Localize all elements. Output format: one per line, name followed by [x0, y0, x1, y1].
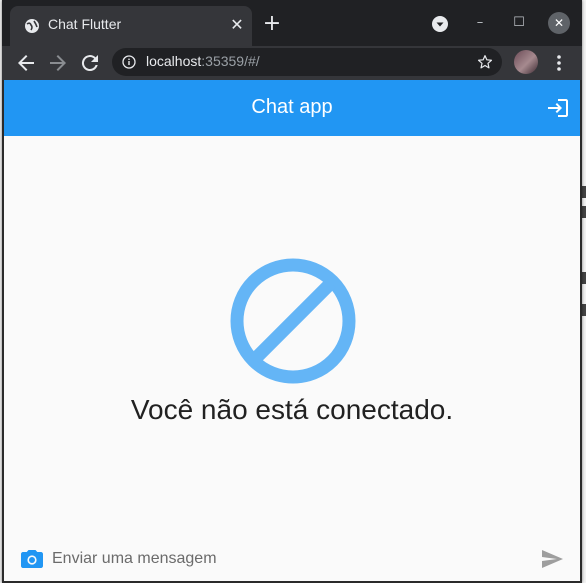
login-icon[interactable]	[546, 96, 570, 120]
url-host: localhost	[146, 53, 202, 69]
url-text: localhost:35359/#/	[146, 53, 260, 69]
browser-tab[interactable]: Chat Flutter ✕	[10, 6, 252, 46]
tab-close-icon[interactable]: ✕	[228, 16, 246, 34]
status-message: Você não está conectado.	[130, 394, 454, 425]
back-icon[interactable]	[14, 51, 38, 75]
desktop-text-fragment	[582, 272, 586, 284]
app-bar: Chat app	[4, 80, 580, 136]
app-title: Chat app	[251, 96, 333, 118]
new-tab-button[interactable]: +	[262, 13, 282, 35]
tab-search-icon[interactable]	[432, 16, 448, 32]
info-icon[interactable]	[122, 55, 136, 69]
tab-strip: Chat Flutter ✕ + – ☐ ✕	[2, 0, 582, 46]
flutter-app: Chat app Você não está conectado.	[4, 80, 580, 581]
minimize-button[interactable]: –	[469, 12, 491, 34]
message-composer	[4, 536, 580, 581]
send-icon[interactable]	[540, 548, 564, 570]
browser-toolbar: localhost:35359/#/	[2, 46, 582, 80]
url-path: :35359/#/	[201, 53, 260, 69]
address-bar[interactable]: localhost:35359/#/	[112, 48, 502, 76]
star-icon[interactable]	[476, 53, 494, 71]
window-close-button[interactable]: ✕	[548, 12, 570, 34]
block-icon	[230, 258, 356, 384]
globe-icon	[25, 19, 39, 33]
menu-icon[interactable]	[550, 52, 568, 74]
profile-avatar[interactable]	[514, 50, 538, 74]
desktop-text-fragment	[582, 304, 586, 316]
desktop-text-fragment	[582, 206, 586, 218]
browser-window: Chat Flutter ✕ + – ☐ ✕ localhost:35359/#…	[2, 0, 582, 583]
tab-title: Chat Flutter	[48, 16, 122, 32]
desktop-text-fragment	[582, 186, 586, 198]
reload-icon[interactable]	[78, 51, 102, 75]
message-input[interactable]	[52, 546, 522, 572]
camera-icon[interactable]	[20, 548, 44, 570]
forward-icon[interactable]	[46, 51, 70, 75]
maximize-button[interactable]: ☐	[508, 12, 530, 34]
